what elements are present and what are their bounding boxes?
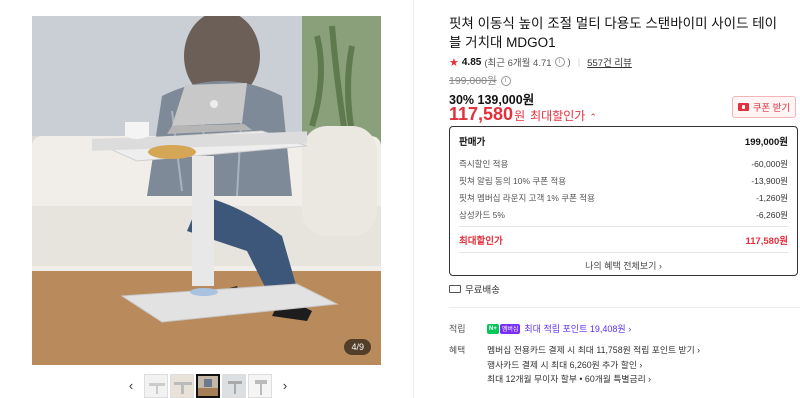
thumbnail[interactable] xyxy=(144,373,168,398)
thumbnail[interactable] xyxy=(248,373,272,398)
separator: | xyxy=(577,56,581,68)
benefits-row: 혜택 멤버십 전용카드 결제 시 최대 11,758원 적립 포인트 받기 › … xyxy=(449,343,700,387)
breakdown-amount: -13,900원 xyxy=(751,175,788,186)
chevron-up-icon[interactable]: ⌃ xyxy=(589,112,597,123)
points-row: 적립 N+ 멤버십 최대 적립 포인트 19,408원 › xyxy=(449,322,631,335)
review-count-link[interactable]: 557건 리뷰 xyxy=(587,55,632,69)
membership-badge: 멤버십 xyxy=(499,323,521,334)
price-info-icon[interactable]: i xyxy=(500,75,511,86)
coupon-icon xyxy=(737,103,749,111)
thumbnail-active[interactable] xyxy=(196,373,220,398)
breakdown-row: 핏쳐 멤버십 라운지 고객 1% 쿠폰 적용 -1,260원 xyxy=(459,189,788,206)
thumb-next-arrow-icon[interactable]: › xyxy=(274,375,296,397)
breakdown-row: 삼성카드 5% -6,260원 xyxy=(459,206,788,223)
thumbnail[interactable] xyxy=(170,373,194,398)
breakdown-max-row: 최대할인가 117,580원 xyxy=(459,227,788,252)
rating-recent-close: ) xyxy=(567,56,571,68)
benefit-item[interactable]: 최대 12개월 무이자 할부 • 60개월 특별금리 › xyxy=(487,372,700,387)
breakdown-row: 핏쳐 알림 동의 10% 쿠폰 적용 -13,900원 xyxy=(459,172,788,189)
benefits-label: 혜택 xyxy=(449,345,466,355)
product-gallery: 4/9 ‹ › xyxy=(0,0,414,398)
breakdown-label: 핏쳐 알림 동의 10% 쿠폰 적용 xyxy=(459,175,567,186)
shipping-label: 무료배송 xyxy=(465,285,500,296)
rating-value: 4.85 xyxy=(461,56,482,68)
rating-row: ★ 4.85 (최근 6개월 4.71 i ) | 557건 리뷰 xyxy=(449,55,632,70)
breakdown-amount: -60,000원 xyxy=(751,158,788,169)
breakdown-header-row: 판매가 199,000원 xyxy=(459,127,788,155)
shipping-row: 무료배송 xyxy=(449,282,500,296)
breakdown-max-amount: 117,580원 xyxy=(745,235,788,247)
chevron-right-icon: › xyxy=(656,260,662,271)
breakdown-label: 핏쳐 멤버십 라운지 고객 1% 쿠폰 적용 xyxy=(459,192,595,203)
truck-icon xyxy=(449,285,461,293)
original-price: 199,000원 xyxy=(449,75,497,87)
breakdown-label: 즉시할인 적용 xyxy=(459,158,509,169)
thumbnail[interactable] xyxy=(222,373,246,398)
original-price-row: 199,000원 i xyxy=(449,73,511,88)
final-price-unit: 원 xyxy=(514,109,526,123)
product-info-panel: 핏쳐 이동식 높이 조절 멀티 다용도 스탠바이미 사이드 테이블 거치대 MD… xyxy=(449,0,800,398)
benefit-list: 멤버십 전용카드 결제 시 최대 11,758원 적립 포인트 받기 › 행사카… xyxy=(487,343,700,387)
breakdown-header-label: 판매가 xyxy=(459,137,486,148)
breakdown-label: 삼성카드 5% xyxy=(459,209,505,220)
photo-counter: 4/9 xyxy=(344,339,371,355)
view-all-benefits-link[interactable]: 나의 혜택 전체보기 › xyxy=(459,252,788,278)
star-icon: ★ xyxy=(449,56,459,69)
benefit-item[interactable]: 멤버십 전용카드 결제 시 최대 11,758원 적립 포인트 받기 › xyxy=(487,343,700,358)
breakdown-max-label: 최대할인가 xyxy=(459,235,503,247)
breakdown-header-amount: 199,000원 xyxy=(744,137,788,148)
final-price-label: 최대할인가 xyxy=(530,109,586,123)
info-icon[interactable]: i xyxy=(554,57,565,67)
final-price-row[interactable]: 117,580 원 최대할인가 ⌃ xyxy=(449,104,597,125)
thumb-prev-arrow-icon[interactable]: ‹ xyxy=(120,375,142,397)
view-all-benefits-label: 나의 혜택 전체보기 xyxy=(585,261,657,271)
benefit-item[interactable]: 행사카드 결제 시 최대 6,260원 추가 할인 › xyxy=(487,358,700,373)
coupon-button-label: 쿠폰 받기 xyxy=(752,103,791,114)
price-breakdown-box: 판매가 199,000원 즉시할인 적용 -60,000원 핏쳐 알림 동의 1… xyxy=(449,126,798,276)
thumbnail-strip: ‹ › xyxy=(120,373,296,398)
breakdown-amount: -6,260원 xyxy=(756,209,788,220)
breakdown-row: 즉시할인 적용 -60,000원 xyxy=(459,155,788,172)
main-product-photo[interactable]: 4/9 xyxy=(32,16,381,365)
breakdown-amount: -1,260원 xyxy=(756,192,788,203)
points-label: 적립 xyxy=(449,324,466,334)
product-scene-illustration xyxy=(32,16,381,365)
section-divider xyxy=(449,307,800,308)
rating-recent: (최근 6개월 4.71 xyxy=(484,58,552,69)
chevron-right-icon: › xyxy=(625,323,632,334)
product-title: 핏쳐 이동식 높이 조절 멀티 다용도 스탠바이미 사이드 테이블 거치대 MD… xyxy=(449,16,778,50)
final-price: 117,580 xyxy=(449,104,514,124)
max-points-link[interactable]: 최대 적립 포인트 19,408원 xyxy=(524,322,625,335)
naver-plus-badge: N+ xyxy=(487,323,499,334)
coupon-button[interactable]: 쿠폰 받기 xyxy=(732,96,796,118)
